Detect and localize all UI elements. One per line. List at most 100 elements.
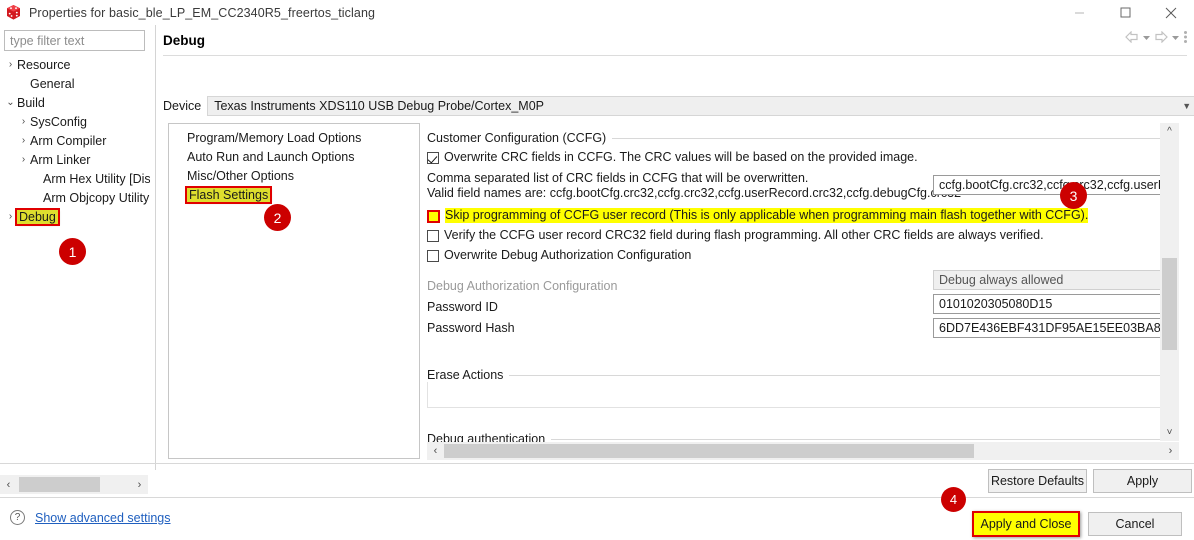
tree-item-label: Resource <box>17 57 71 72</box>
filter-container <box>0 25 155 55</box>
scroll-right-icon[interactable]: › <box>131 479 148 491</box>
minimize-button[interactable] <box>1056 0 1102 25</box>
tree-expander-icon[interactable]: › <box>17 116 30 127</box>
password-hash-input[interactable]: 6DD7E436EBF431DF95AE15EE03BA8EE4C <box>933 318 1171 338</box>
dialog-footer: ? Show advanced settings Apply and Close… <box>0 498 1194 540</box>
maximize-button[interactable] <box>1102 0 1148 25</box>
group-rule <box>551 438 1171 440</box>
scroll-right-icon[interactable]: › <box>1162 445 1179 457</box>
verify-user-record-label: Verify the CCFG user record CRC32 field … <box>444 228 1044 242</box>
debug-auth-config-input: Debug always allowed <box>933 270 1171 290</box>
left-horizontal-scrollbar[interactable]: ‹ › <box>0 475 148 494</box>
back-icon[interactable] <box>1125 31 1139 43</box>
tree-item-label: Arm Linker <box>30 152 91 167</box>
back-dropdown-icon[interactable] <box>1142 33 1151 42</box>
tree-item-arm-linker[interactable]: › Arm Linker <box>0 150 150 169</box>
option-item-label: Auto Run and Launch Options <box>187 149 355 164</box>
tree-item-arm-hex-utility-disa[interactable]: Arm Hex Utility [Disa <box>0 169 150 188</box>
tree-item-label: Debug <box>15 207 60 226</box>
apply-button[interactable]: Apply <box>1093 469 1192 493</box>
device-value: Texas Instruments XDS110 USB Debug Probe… <box>214 99 545 113</box>
tree-item-debug[interactable]: › Debug <box>0 207 150 226</box>
callout-badge-1: 1 <box>59 238 86 265</box>
erase-actions-body <box>427 382 1171 408</box>
group-rule <box>612 137 1171 139</box>
device-label: Device <box>163 99 202 113</box>
tree-expander-icon[interactable]: ⌄ <box>4 97 17 108</box>
tree-item-resource[interactable]: › Resource <box>0 55 150 74</box>
settings-vertical-scrollbar[interactable]: ^ ˅ <box>1160 123 1179 441</box>
cancel-button[interactable]: Cancel <box>1088 512 1182 536</box>
tree-item-arm-objcopy-utility[interactable]: Arm Objcopy Utility <box>0 188 150 207</box>
forward-icon[interactable] <box>1154 31 1168 43</box>
chevron-down-icon: ▼ <box>1182 101 1192 111</box>
scroll-track[interactable] <box>444 444 1162 458</box>
cube-icon <box>5 4 22 21</box>
overwrite-crc-checkbox[interactable] <box>427 152 439 164</box>
skip-user-record-row[interactable]: Skip programming of CCFG user record (Th… <box>427 208 1171 223</box>
scroll-thumb[interactable] <box>1162 258 1177 350</box>
overwrite-debug-auth-row[interactable]: Overwrite Debug Authorization Configurat… <box>427 248 1171 263</box>
skip-user-record-label: Skip programming of CCFG user record (Th… <box>445 208 1089 223</box>
settings-horizontal-scrollbar[interactable]: ‹ › <box>427 442 1179 460</box>
ccfg-group-title: Customer Configuration (CCFG) <box>427 131 607 145</box>
ccfg-group-header: Customer Configuration (CCFG) <box>427 131 1171 145</box>
tree-item-arm-compiler[interactable]: › Arm Compiler <box>0 131 150 150</box>
scroll-thumb[interactable] <box>19 477 100 492</box>
option-item-misc-other-options[interactable]: Misc/Other Options <box>169 166 419 185</box>
tree-item-sysconfig[interactable]: › SysConfig <box>0 112 150 131</box>
option-item-flash-settings[interactable]: Flash Settings <box>169 185 419 204</box>
window-title-bar: Properties for basic_ble_LP_EM_CC2340R5_… <box>0 0 1194 25</box>
tree-expander-icon[interactable]: › <box>4 211 17 222</box>
overwrite-debug-auth-checkbox[interactable] <box>427 250 439 262</box>
option-item-label: Program/Memory Load Options <box>187 130 362 145</box>
crc-fields-input[interactable]: ccfg.bootCfg.crc32,ccfg.crc32,ccfg.userR… <box>933 175 1171 195</box>
tree-item-label: Arm Objcopy Utility <box>43 190 150 205</box>
device-dropdown[interactable]: Texas Instruments XDS110 USB Debug Probe… <box>207 96 1194 116</box>
scroll-left-icon[interactable]: ‹ <box>427 445 444 457</box>
tree-item-label: Arm Compiler <box>30 133 107 148</box>
scroll-left-icon[interactable]: ‹ <box>0 479 17 491</box>
callout-badge-4: 4 <box>941 487 966 512</box>
tree-expander-icon[interactable]: › <box>17 154 30 165</box>
show-advanced-settings-link[interactable]: Show advanced settings <box>35 511 171 525</box>
help-icon[interactable]: ? <box>10 510 25 525</box>
forward-dropdown-icon[interactable] <box>1171 33 1180 42</box>
option-item-program-memory-load-options[interactable]: Program/Memory Load Options <box>169 128 419 147</box>
tree-item-label: Arm Hex Utility [Disa <box>43 171 150 186</box>
button-bar-divider <box>0 463 1194 464</box>
verify-user-record-checkbox[interactable] <box>427 230 439 242</box>
skip-user-record-checkbox[interactable] <box>427 210 440 223</box>
erase-actions-title: Erase Actions <box>427 368 504 382</box>
restore-defaults-button[interactable]: Restore Defaults <box>988 469 1087 493</box>
window-controls <box>1056 0 1194 25</box>
scroll-down-icon[interactable]: ˅ <box>1160 424 1179 441</box>
option-item-auto-run-and-launch-options[interactable]: Auto Run and Launch Options <box>169 147 419 166</box>
callout-badge-3: 3 <box>1060 182 1087 209</box>
flash-settings-panel: Customer Configuration (CCFG) Overwrite … <box>427 123 1171 459</box>
page-title: Debug <box>163 33 205 48</box>
scroll-up-icon[interactable]: ^ <box>1160 123 1179 140</box>
tree-item-label: Build <box>17 95 45 110</box>
view-menu-icon[interactable] <box>1183 30 1188 44</box>
verify-user-record-row[interactable]: Verify the CCFG user record CRC32 field … <box>427 228 1171 243</box>
close-button[interactable] <box>1148 0 1194 25</box>
options-list[interactable]: Program/Memory Load Options Auto Run and … <box>168 123 420 459</box>
group-rule <box>509 374 1171 376</box>
tree-item-label: General <box>30 76 75 91</box>
tree-item-general[interactable]: General <box>0 74 150 93</box>
scroll-thumb[interactable] <box>444 444 974 458</box>
tree-expander-icon[interactable]: › <box>17 135 30 146</box>
overwrite-debug-auth-label: Overwrite Debug Authorization Configurat… <box>444 248 692 262</box>
password-id-input[interactable]: 0101020305080D15 <box>933 294 1171 314</box>
scroll-track[interactable] <box>17 477 131 492</box>
overwrite-crc-label: Overwrite CRC fields in CCFG. The CRC va… <box>444 150 918 164</box>
option-item-label: Flash Settings <box>184 185 273 204</box>
overwrite-crc-row[interactable]: Overwrite CRC fields in CCFG. The CRC va… <box>427 150 1171 165</box>
header-divider <box>163 55 1187 56</box>
tree-expander-icon[interactable]: › <box>4 59 17 70</box>
erase-actions-header: Erase Actions <box>427 368 1171 382</box>
filter-input[interactable] <box>4 30 145 51</box>
device-row: Device Texas Instruments XDS110 USB Debu… <box>163 96 1194 116</box>
tree-item-build[interactable]: ⌄ Build <box>0 93 150 112</box>
